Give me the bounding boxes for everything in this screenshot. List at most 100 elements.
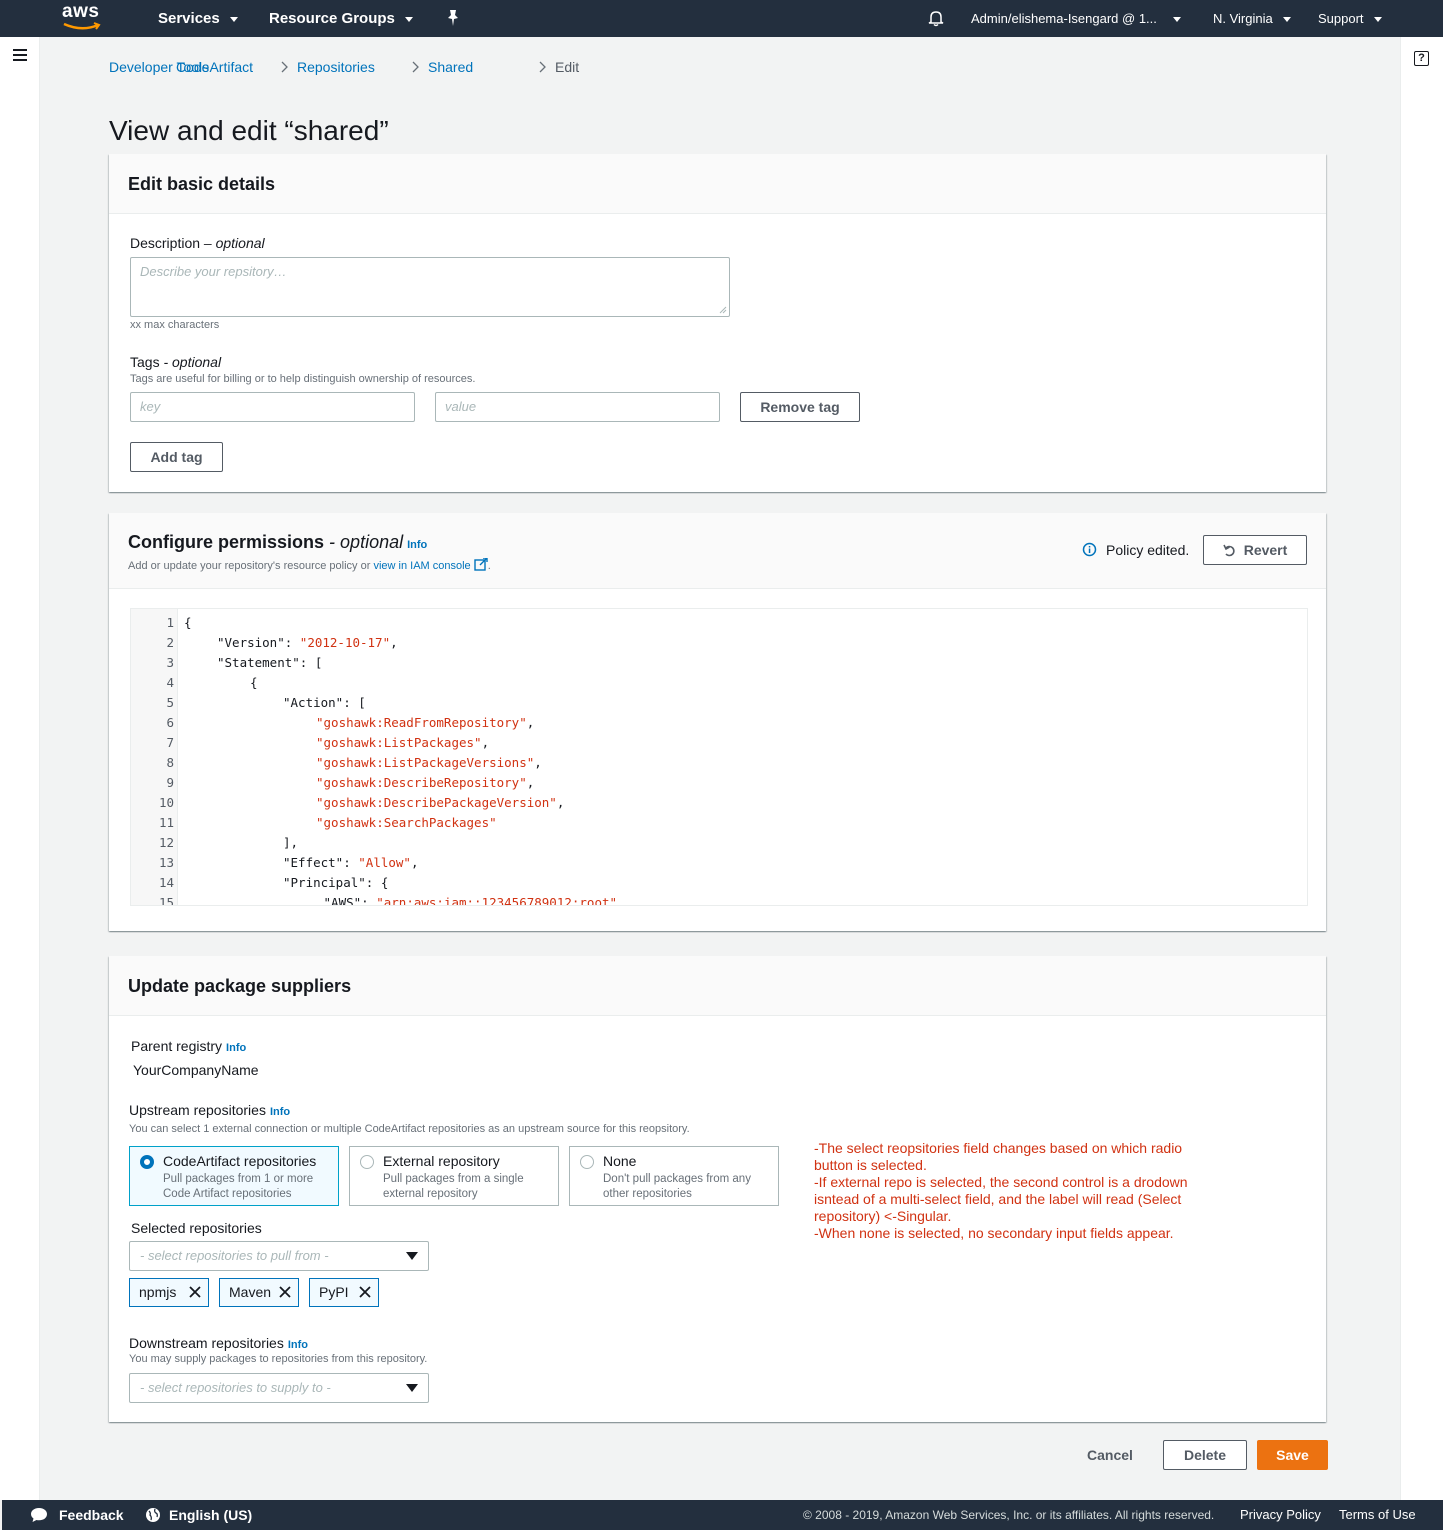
- code-line: "goshawk:DescribePackageVersion",: [316, 793, 564, 813]
- remove-tag-button[interactable]: Remove tag: [740, 392, 860, 422]
- code-line: "goshawk:SearchPackages": [316, 813, 497, 833]
- code-token: ],: [283, 835, 299, 850]
- close-icon[interactable]: [278, 1285, 292, 1299]
- tags-hint: Tags are useful for billing or to help d…: [130, 373, 476, 385]
- line-number: 5: [166, 695, 174, 710]
- code-line: "goshawk:DescribeRepository",: [316, 773, 534, 793]
- code-token: "Action": [: [283, 695, 366, 710]
- right-rail: ?: [1400, 37, 1443, 1500]
- upstream-info-link[interactable]: Info: [270, 1106, 290, 1118]
- menu-icon[interactable]: [13, 49, 27, 61]
- breadcrumb-repositories[interactable]: Repositories: [297, 58, 375, 76]
- help-icon[interactable]: ?: [1414, 51, 1429, 66]
- revert-button[interactable]: Revert: [1203, 535, 1307, 565]
- code-line: "Statement": [: [217, 653, 322, 673]
- token-maven: Maven: [219, 1278, 299, 1307]
- line-number: 15: [158, 895, 174, 906]
- code-token: ,: [526, 775, 535, 790]
- parent-registry-label: Parent registry Info: [131, 1038, 247, 1054]
- radio-button-selected[interactable]: [140, 1155, 154, 1169]
- suppliers-title: Update package suppliers: [128, 976, 352, 996]
- tag-key-input[interactable]: key: [130, 392, 415, 422]
- code-token: "2012-10-17": [299, 635, 391, 650]
- account-menu[interactable]: Admin/elishema-Isengard @ 1...: [971, 0, 1181, 37]
- feedback-link[interactable]: Feedback: [59, 1500, 124, 1530]
- breadcrumb-codeartifact[interactable]: CodeArtifact: [176, 58, 253, 76]
- cancel-button[interactable]: Cancel: [1074, 1440, 1146, 1470]
- panel-header: Update package suppliers: [109, 956, 1326, 1016]
- code-token: "goshawk:ReadFromRepository": [316, 715, 527, 730]
- code-token: "goshawk:SearchPackages": [316, 815, 497, 830]
- code-token: ,: [410, 855, 419, 870]
- code-token: "Effect":: [283, 855, 359, 870]
- line-number: 13: [158, 855, 174, 870]
- select-repositories-dropdown[interactable]: - select repositories to pull from -: [129, 1241, 429, 1271]
- line-number: 14: [158, 875, 174, 890]
- chevron-right-icon: [539, 61, 546, 73]
- chevron-down-icon: [1282, 17, 1291, 23]
- radio-external-repository[interactable]: External repository Pull packages from a…: [349, 1146, 559, 1206]
- code-token: "Principal": {: [283, 875, 389, 890]
- globe-icon: [146, 1508, 160, 1522]
- code-line: {: [184, 613, 192, 633]
- language-selector[interactable]: English (US): [169, 1500, 252, 1530]
- info-circle-icon: [1082, 542, 1097, 557]
- breadcrumb-edit: Edit: [555, 59, 580, 75]
- description-label: Description – optional: [130, 235, 265, 251]
- code-line: "Action": [: [283, 693, 366, 713]
- tag-value-input[interactable]: value: [435, 392, 720, 422]
- code-token: "goshawk:DescribePackageVersion": [316, 795, 557, 810]
- line-number: 4: [166, 675, 174, 690]
- code-token: {: [184, 615, 192, 630]
- selected-repositories-label: Selected repositories: [131, 1220, 262, 1236]
- tags-label: Tags - optional: [130, 354, 222, 370]
- code-token: "goshawk:DescribeRepository": [316, 775, 527, 790]
- undo-icon: [1222, 544, 1235, 557]
- external-link-icon[interactable]: [474, 557, 488, 571]
- code-line: "goshawk:ListPackageVersions",: [316, 753, 542, 773]
- close-icon[interactable]: [188, 1285, 202, 1299]
- support-menu[interactable]: Support: [1318, 0, 1382, 37]
- services-menu[interactable]: Services: [158, 0, 238, 37]
- policy-code-editor[interactable]: 1 2 3 4 5 6 7 8 9 10 11 12 13 14 15 {"Version": "2012-…: [130, 608, 1308, 906]
- save-button[interactable]: Save: [1257, 1440, 1328, 1470]
- max-chars-hint: xx max characters: [130, 319, 220, 331]
- privacy-policy-link[interactable]: Privacy Policy: [1240, 1500, 1321, 1530]
- parent-registry-info-link[interactable]: Info: [226, 1042, 246, 1054]
- add-tag-button[interactable]: Add tag: [130, 442, 223, 472]
- radio-none[interactable]: None Don't pull packages from any other …: [569, 1146, 779, 1206]
- radio-button[interactable]: [360, 1155, 374, 1169]
- line-number: 3: [166, 655, 174, 670]
- description-textarea[interactable]: Describe your repsitory…: [130, 257, 730, 317]
- code-token: "Statement": [: [217, 655, 323, 670]
- chevron-down-icon: [229, 16, 238, 22]
- bell-icon[interactable]: [927, 9, 945, 27]
- radio-button[interactable]: [580, 1155, 594, 1169]
- resize-handle-icon[interactable]: [719, 306, 727, 314]
- iam-console-link[interactable]: view in IAM console: [373, 560, 470, 572]
- downstream-info-link[interactable]: Info: [288, 1339, 308, 1351]
- close-icon[interactable]: [358, 1285, 372, 1299]
- token-pypi: PyPI: [309, 1278, 379, 1307]
- basic-details-panel: Edit basic details Description – optiona…: [109, 154, 1326, 492]
- aws-smile-icon: [63, 22, 101, 30]
- permissions-hint: Add or update your repository's resource…: [128, 557, 491, 572]
- code-line: "AWS": "arn:aws:iam::123456789012:root": [316, 893, 618, 905]
- footer: Feedback English (US) © 2008 - 2019, Ama…: [2, 1500, 1443, 1530]
- region-menu[interactable]: N. Virginia: [1213, 0, 1291, 37]
- line-number: 6: [166, 715, 174, 730]
- line-number: 1: [166, 615, 174, 630]
- breadcrumb-shared[interactable]: Shared: [428, 58, 473, 76]
- page-title: View and edit “shared”: [109, 114, 389, 146]
- permissions-panel: Configure permissions - optional Info Add…: [109, 513, 1326, 931]
- terms-of-use-link[interactable]: Terms of Use: [1339, 1500, 1416, 1530]
- delete-button[interactable]: Delete: [1163, 1440, 1247, 1470]
- parent-registry-value: YourCompanyName: [133, 1062, 259, 1078]
- line-number: 8: [166, 755, 174, 770]
- radio-codeartifact-repositories[interactable]: CodeArtifact repositories Pull packages …: [129, 1146, 339, 1206]
- resource-groups-menu[interactable]: Resource Groups: [269, 0, 413, 37]
- chevron-down-icon: [1172, 17, 1181, 23]
- permissions-info-link[interactable]: Info: [407, 539, 427, 551]
- select-downstream-dropdown[interactable]: - select repositories to supply to -: [129, 1373, 429, 1403]
- pin-icon[interactable]: [445, 9, 461, 27]
